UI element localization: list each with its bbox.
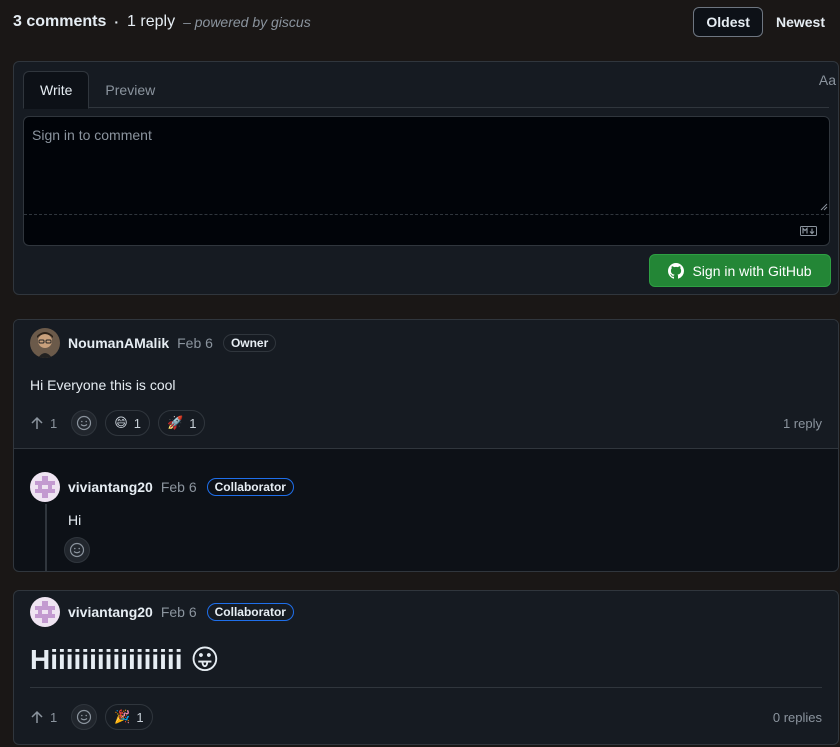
reaction-laugh[interactable]: 😄 1 [105, 410, 151, 436]
resize-handle-icon[interactable] [820, 203, 828, 211]
collaborator-badge: Collaborator [206, 478, 294, 496]
powered-by-text: – powered by giscus [183, 14, 311, 30]
upvote-button[interactable]: 1 [30, 416, 57, 431]
add-reaction-button[interactable] [71, 704, 98, 730]
divider [30, 687, 822, 688]
avatar[interactable] [30, 472, 60, 502]
upvote-button[interactable]: 1 [30, 710, 57, 725]
github-icon [668, 262, 685, 279]
sort-newest-button[interactable]: Newest [763, 7, 838, 37]
comment-editor: Write Preview Aa Sign in to comment Sign… [13, 61, 839, 295]
upvote-count: 1 [50, 709, 58, 725]
sort-oldest-button[interactable]: Oldest [693, 7, 763, 37]
reaction-tada[interactable]: 🎉 1 [105, 704, 153, 730]
comment-body: Hi Everyone this is cool [30, 377, 176, 393]
comment-main: NoumanAMalik Feb 6 Owner Hi Everyone thi… [14, 320, 838, 449]
comment-card: NoumanAMalik Feb 6 Owner Hi Everyone thi… [13, 319, 839, 572]
reply-date[interactable]: Feb 6 [161, 479, 197, 495]
reaction-count: 1 [136, 709, 144, 725]
comment-card: viviantang20 Feb 6 Collaborator Hiiiiiii… [13, 590, 839, 745]
markdown-icon [800, 226, 817, 236]
owner-badge: Owner [222, 334, 277, 352]
comment-author[interactable]: NoumanAMalik [68, 335, 169, 351]
arrow-up-icon [31, 416, 43, 429]
comment-count: 3 comments [13, 13, 107, 30]
arrow-up-icon [31, 710, 43, 723]
smiley-icon [77, 415, 92, 431]
collaborator-badge: Collaborator [206, 603, 294, 621]
add-reaction-button[interactable] [71, 410, 98, 436]
sort-toggle: Oldest Newest [693, 7, 838, 37]
comment-date[interactable]: Feb 6 [177, 335, 213, 351]
laugh-emoji-icon: 😄 [114, 415, 128, 430]
reaction-rocket[interactable]: 🚀 1 [158, 410, 206, 436]
thread-line [45, 504, 47, 571]
sign-in-label: Sign in with GitHub [692, 262, 812, 279]
smiley-icon [77, 709, 92, 725]
smiley-icon [69, 542, 85, 558]
editor-tabs: Write Preview [23, 71, 829, 109]
avatar[interactable] [30, 597, 60, 627]
reply-count: 1 reply [127, 13, 176, 30]
reaction-count: 1 [133, 415, 142, 431]
tada-emoji-icon: 🎉 [114, 709, 131, 724]
upvote-count: 1 [50, 415, 58, 431]
comment-author-row: NoumanAMalik Feb 6 Owner [30, 328, 277, 358]
comment-author[interactable]: viviantang20 [68, 604, 153, 620]
comment-textarea[interactable]: Sign in to comment [24, 117, 829, 215]
separator-dot: · [114, 14, 120, 30]
reply-body: Hi [68, 512, 82, 528]
comment-textarea-wrapper: Sign in to comment [23, 116, 830, 246]
avatar[interactable] [30, 328, 60, 358]
comment-date[interactable]: Feb 6 [161, 604, 197, 620]
reaction-bar: 1 😄 1 🚀 1 [30, 410, 206, 436]
reply-count-link[interactable]: 1 reply [783, 416, 822, 431]
comment-author-row: viviantang20 Feb 6 Collaborator [30, 597, 294, 627]
comment-body: Hiiiiiiiiiiiiiiiii 😛 [30, 644, 220, 675]
text-style-button[interactable]: Aa [819, 72, 836, 88]
reply-count-link[interactable]: 0 replies [773, 710, 822, 725]
comments-header: 3 comments · 1 reply – powered by giscus… [13, 6, 840, 38]
add-reaction-button[interactable] [64, 537, 90, 563]
reply-author[interactable]: viviantang20 [68, 479, 153, 495]
reply-author-row: viviantang20 Feb 6 Collaborator [30, 472, 294, 502]
reaction-bar: 1 🎉 1 [30, 704, 153, 730]
sign-in-github-button[interactable]: Sign in with GitHub [649, 254, 831, 287]
tab-preview[interactable]: Preview [89, 71, 171, 108]
rocket-emoji-icon: 🚀 [167, 415, 184, 430]
reaction-count: 1 [189, 415, 197, 431]
tab-write[interactable]: Write [23, 71, 90, 109]
